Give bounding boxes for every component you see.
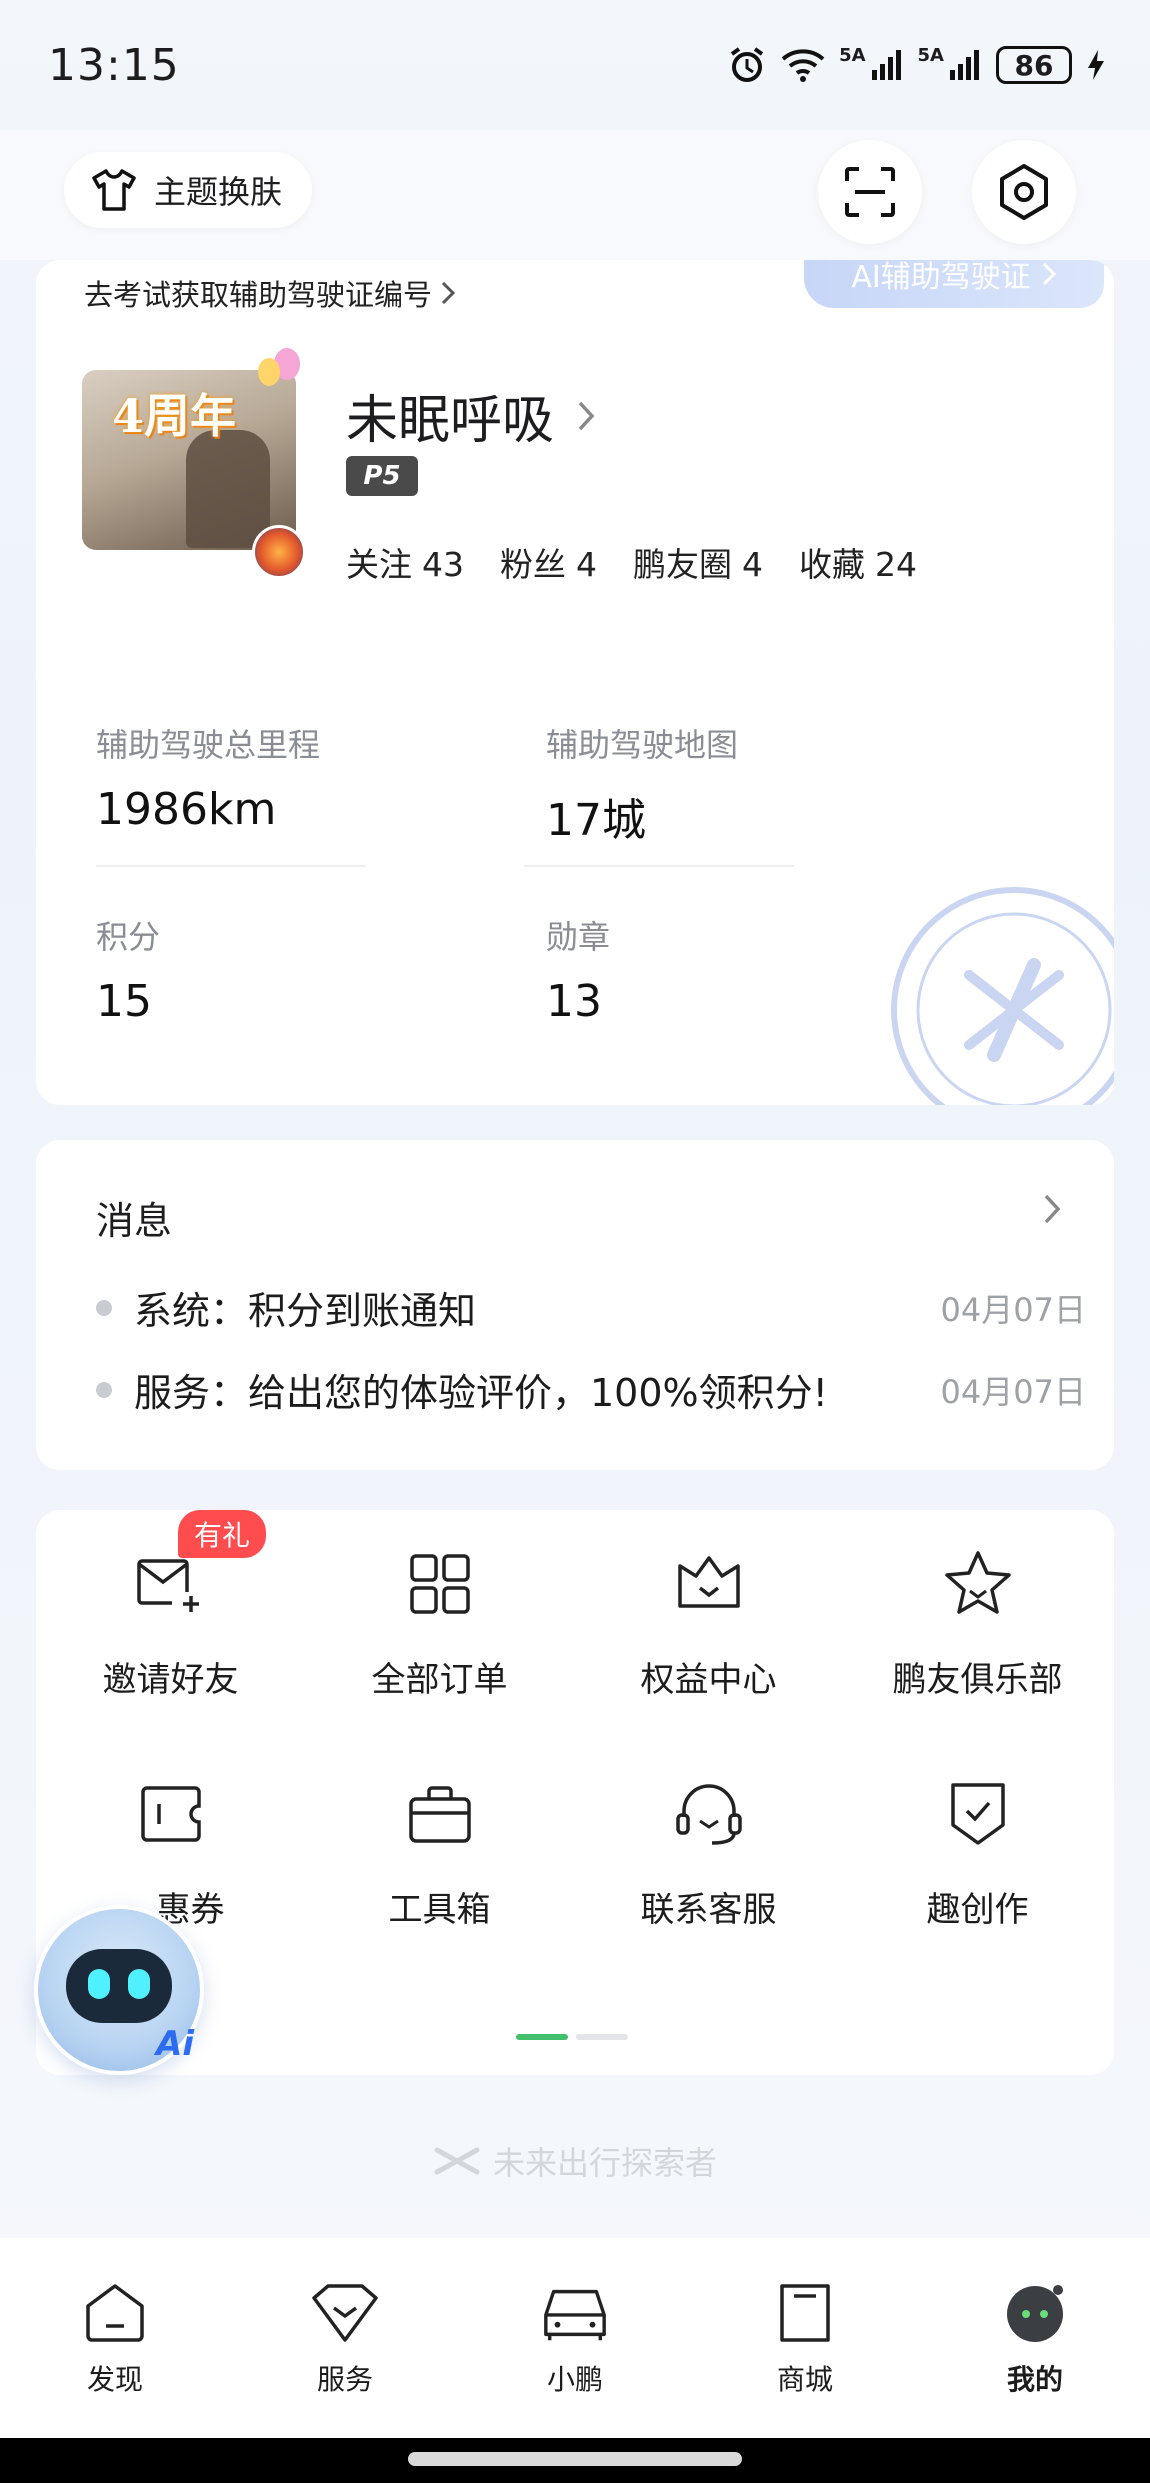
- grid-item-support[interactable]: 联系客服: [574, 1740, 843, 1940]
- profile-card: 去考试获取辅助驾驶证编号 AI辅助驾驶证 4周年 未眠呼吸 P5 关注 43 粉丝…: [36, 260, 1114, 1105]
- orders-grid-icon: [402, 1546, 478, 1622]
- status-icons: 5A 5A 86: [727, 45, 1106, 85]
- mall-icon: [770, 2278, 840, 2348]
- chevron-right-icon: [441, 281, 456, 305]
- settings-button[interactable]: [972, 140, 1076, 244]
- tab-mall[interactable]: 商城: [690, 2238, 920, 2438]
- ai-assistant-button[interactable]: Ai: [34, 1905, 204, 2075]
- ai-license-label: AI辅助驾驶证: [851, 260, 1031, 295]
- grid-item-coupons[interactable]: 惠券: [36, 1740, 305, 1940]
- robot-eye: [128, 1969, 150, 1999]
- username-link[interactable]: 未眠呼吸: [346, 378, 596, 453]
- driving-exam-label: 去考试获取辅助驾驶证编号: [84, 278, 433, 312]
- stat-followers[interactable]: 粉丝 4: [500, 538, 597, 586]
- toolbox-icon: [402, 1776, 478, 1852]
- grid-item-creation[interactable]: 趣创作: [843, 1740, 1112, 1940]
- chevron-right-icon[interactable]: [1042, 1192, 1062, 1226]
- stat-following[interactable]: 关注 43: [346, 538, 464, 586]
- grid-item-benefits[interactable]: 权益中心: [574, 1510, 843, 1710]
- headset-icon: [671, 1776, 747, 1852]
- theme-skin-label: 主题换肤: [154, 173, 283, 211]
- tab-mine[interactable]: 我的: [920, 2238, 1150, 2438]
- star-icon: [940, 1546, 1016, 1622]
- signal-label-1: 5A: [839, 45, 866, 66]
- charging-icon: [1088, 50, 1104, 80]
- username: 未眠呼吸: [346, 391, 555, 451]
- signal-icon-1: [871, 50, 901, 80]
- driving-exam-link[interactable]: 去考试获取辅助驾驶证编号: [84, 272, 456, 314]
- tab-service[interactable]: 服务: [230, 2238, 460, 2438]
- ai-license-button[interactable]: AI辅助驾驶证: [804, 260, 1104, 308]
- tshirt-icon: [92, 169, 136, 211]
- info-medals[interactable]: 勋章 13: [546, 912, 816, 1027]
- xpeng-logo-icon: [434, 2147, 480, 2175]
- bottom-tab-bar: 发现 服务 小鹏 商城 我的: [0, 2238, 1150, 2438]
- info-points[interactable]: 积分 15: [96, 912, 366, 1027]
- discover-icon: [80, 2278, 150, 2348]
- level-medal-icon: [252, 525, 306, 579]
- passport-stamp-icon: [891, 887, 1114, 1105]
- scan-button[interactable]: [818, 140, 922, 244]
- messages-card[interactable]: 消息 系统：积分到账通知 04月07日 服务：给出您的体验评价，100%领积分!…: [36, 1140, 1114, 1470]
- anniversary-badge: 4周年: [112, 389, 237, 443]
- settings-hex-icon: [1000, 164, 1048, 220]
- battery-indicator: 86: [996, 46, 1072, 84]
- pager-dot: [576, 2034, 628, 2040]
- signal-icon-2: [950, 50, 979, 80]
- ai-label: Ai: [156, 2024, 194, 2064]
- wifi-icon: [781, 49, 825, 82]
- message-item[interactable]: 系统：积分到账通知 04月07日: [96, 1280, 1086, 1335]
- signal-label-2: 5A: [917, 45, 944, 66]
- chevron-right-icon: [578, 401, 595, 430]
- status-time: 13:15: [48, 39, 180, 91]
- message-dot: [96, 1299, 112, 1316]
- grid-item-invite[interactable]: 邀请好友 有礼: [36, 1510, 305, 1710]
- robot-eye: [88, 1969, 110, 1999]
- stat-friend-circle[interactable]: 鹏友圈 4: [633, 538, 763, 586]
- profile-stats: 关注 43 粉丝 4 鹏友圈 4 收藏 24: [346, 538, 917, 586]
- top-bar: 主题换肤: [0, 130, 1150, 260]
- crown-icon: [671, 1546, 747, 1622]
- grid-pager: [516, 2034, 628, 2040]
- scan-icon: [845, 167, 895, 217]
- brand-slogan: 未来出行探索者: [0, 2138, 1150, 2184]
- shield-check-icon: [940, 1776, 1016, 1852]
- theme-skin-button[interactable]: 主题换肤: [64, 152, 313, 228]
- slogan-text: 未来出行探索者: [492, 2144, 717, 2182]
- grid-item-orders[interactable]: 全部订单: [305, 1510, 574, 1710]
- profile-avatar-icon: [1000, 2278, 1070, 2348]
- home-indicator[interactable]: [408, 2452, 742, 2466]
- service-icon: [310, 2278, 380, 2348]
- system-nav-area: [0, 2438, 1150, 2483]
- divider: [524, 865, 794, 867]
- balloon-decoration: [258, 358, 280, 386]
- robot-face-icon: [66, 1949, 172, 2023]
- message-dot: [96, 1381, 112, 1398]
- grid-item-toolbox[interactable]: 工具箱: [305, 1740, 574, 1940]
- car-icon: [540, 2278, 610, 2348]
- message-item[interactable]: 服务：给出您的体验评价，100%领积分! 04月07日: [96, 1362, 1086, 1417]
- avatar[interactable]: 4周年: [82, 370, 296, 550]
- grid-item-club[interactable]: 鹏友俱乐部: [843, 1510, 1112, 1710]
- pager-dot-active: [516, 2034, 568, 2040]
- tab-xpeng[interactable]: 小鹏: [460, 2238, 690, 2438]
- info-driving-map[interactable]: 辅助驾驶地图 17城: [546, 720, 816, 848]
- avatar-figure: [186, 430, 270, 548]
- stat-favorites[interactable]: 收藏 24: [799, 538, 917, 586]
- info-total-mileage[interactable]: 辅助驾驶总里程 1986km: [96, 720, 366, 835]
- gift-badge: 有礼: [178, 1510, 267, 1558]
- coupon-icon: [133, 1776, 209, 1852]
- level-badge: P5: [346, 456, 418, 496]
- messages-title: 消息: [96, 1199, 173, 1243]
- tab-discover[interactable]: 发现: [0, 2238, 230, 2438]
- alarm-icon: [730, 47, 764, 82]
- chevron-right-icon: [1042, 262, 1056, 286]
- divider: [96, 865, 366, 867]
- status-bar: 13:15 5A 5A 86: [0, 0, 1150, 130]
